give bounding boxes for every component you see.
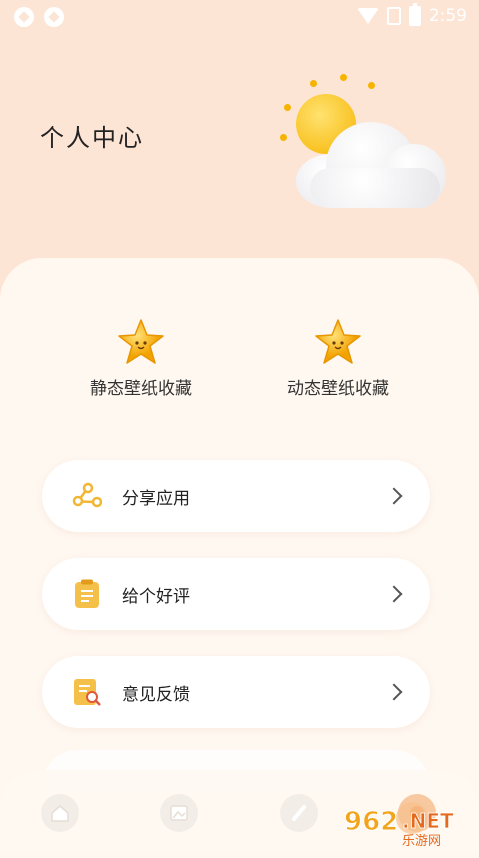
pen-icon [292,805,306,821]
notification-icon [44,7,64,27]
battery-icon [408,3,421,26]
chevron-right-icon [385,487,403,505]
menu-label: 分享应用 [122,489,190,509]
menu-item-rate[interactable]: 给个好评 [42,558,430,630]
wifi-icon [356,8,379,24]
chevron-right-icon [385,683,403,701]
home-icon [51,805,69,822]
weather-illustration [278,72,450,212]
share-icon [72,482,102,508]
status-bar: 2:59 [0,0,479,34]
status-left [14,7,64,27]
menu-label: 给个好评 [122,587,190,607]
cloud-icon [296,122,446,208]
clipboard-icon [75,579,99,608]
tab-gallery[interactable] [160,794,198,832]
dynamic-wallpaper-favorites[interactable]: 动态壁纸收藏 [253,318,423,399]
star-icon [118,319,164,364]
status-time: 2:59 [428,6,467,26]
svg-text:962: 962 [344,807,398,837]
page-title: 个人中心 [40,124,144,152]
fav-label: 动态壁纸收藏 [287,379,389,399]
svg-text:乐游网: 乐游网 [402,834,441,848]
notification-icon [14,7,34,27]
image-icon [170,805,188,821]
site-watermark-logo: 962 .NET 乐游网 [344,802,454,848]
feedback-icon [74,679,101,706]
menu-item-feedback[interactable]: 意见反馈 [42,656,430,728]
status-right: 2:59 [356,3,467,26]
sim-icon [386,7,401,25]
menu-label: 意见反馈 [122,685,190,705]
svg-text:.NET: .NET [402,809,454,833]
static-wallpaper-favorites[interactable]: 静态壁纸收藏 [56,318,226,399]
tab-home[interactable] [41,794,79,832]
chevron-right-icon [385,585,403,603]
tab-edit[interactable] [280,794,318,832]
star-icon [315,319,361,364]
fav-label: 静态壁纸收藏 [90,379,192,399]
menu-item-share[interactable]: 分享应用 [42,460,430,532]
